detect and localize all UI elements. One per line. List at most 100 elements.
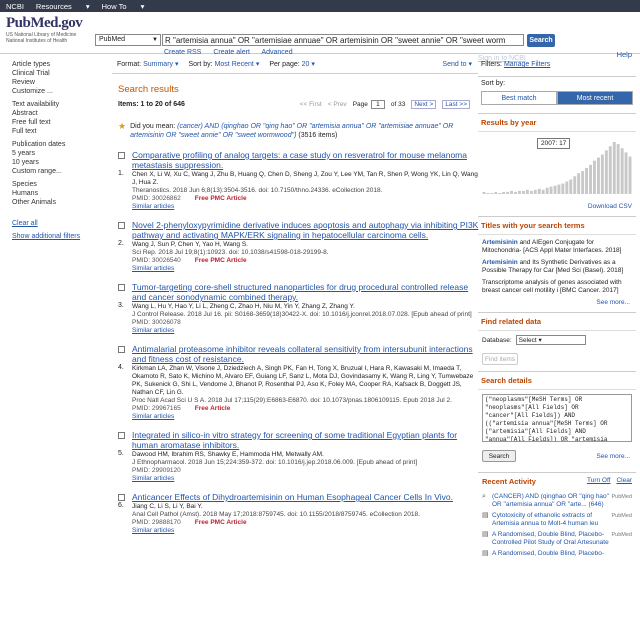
filter-5-years[interactable]: 5 years [12,150,110,157]
result-title-link[interactable]: Tumor-targeting core-shell structured na… [132,282,480,302]
recent-item[interactable]: ▤ A Randomised, Double Blind, Placebo-Con… [482,531,632,547]
free-article-link[interactable]: Free Article [195,405,231,412]
best-match-tab[interactable]: Best match [481,91,557,105]
similar-articles-link[interactable]: Similar articles [132,527,478,535]
recent-item[interactable]: ▤ A Randomised, Double Blind, Placebo- [482,550,632,558]
find-items-button[interactable]: Find items [482,353,518,365]
year-bar[interactable] [490,193,494,194]
year-bar[interactable] [581,171,585,194]
per-page-control[interactable]: Per page: 20 ▾ [269,60,315,68]
ncbi-logo[interactable]: NCBI [6,2,24,11]
result-checkbox[interactable] [118,346,125,353]
filter-free-full-text[interactable]: Free full text [12,119,110,126]
filter-full-text[interactable]: Full text [12,128,110,135]
filter-clinical-trial[interactable]: Clinical Trial [12,70,110,77]
year-bar[interactable] [518,190,521,194]
last-page-button[interactable]: Last >> [442,99,470,109]
show-additional-filters-link[interactable]: Show additional filters [12,233,110,240]
most-recent-tab[interactable]: Most recent [557,91,633,105]
year-bar[interactable] [553,185,557,194]
filter-humans[interactable]: Humans [12,190,110,197]
result-checkbox[interactable] [118,432,125,439]
clear-all-link[interactable]: Clear all [12,220,110,227]
similar-articles-link[interactable]: Similar articles [132,475,478,483]
filter-review[interactable]: Review [12,79,110,86]
database-dropdown[interactable]: Select ▾ [515,335,586,345]
year-bar[interactable] [600,154,604,195]
result-title-link[interactable]: Integrated in silico-in vitro strategy f… [132,430,480,450]
result-checkbox[interactable] [118,494,125,501]
related-title-link[interactable]: Artemisinin and AIEgen Conjugate for Mit… [482,239,632,255]
similar-articles-link[interactable]: Similar articles [132,203,478,211]
year-bar[interactable] [628,156,632,194]
filter-customize-article[interactable]: Customize ... [12,88,110,95]
year-bar[interactable] [533,189,537,194]
free-pmc-article-link[interactable]: Free PMC Article [195,195,247,202]
see-more-link[interactable]: See more... [478,295,636,306]
year-bar[interactable] [597,157,600,194]
year-bar[interactable] [593,160,596,194]
year-bar[interactable] [498,193,502,194]
next-page-button[interactable]: Next > [411,99,437,109]
filter-other-animals[interactable]: Other Animals [12,199,110,206]
free-pmc-article-link[interactable]: Free PMC Article [195,519,247,526]
similar-articles-link[interactable]: Similar articles [132,413,478,421]
filter-custom-range[interactable]: Custom range... [12,168,110,175]
clear-link[interactable]: Clear [616,477,632,484]
search-input[interactable]: R "artemisia annua" OR "artemisiae annua… [162,34,524,46]
result-checkbox[interactable] [118,284,125,291]
year-bar[interactable] [585,168,588,194]
year-bar[interactable] [514,191,517,194]
year-bar[interactable] [541,189,545,194]
result-title-link[interactable]: Novel 2-phenyloxypyrimidine derivative i… [132,220,480,240]
year-bar[interactable] [557,184,561,194]
see-more-link[interactable]: See more... [596,453,636,460]
result-title-link[interactable]: Antimalarial proteasome inhibitor reveal… [132,344,480,364]
year-bar[interactable] [494,191,498,194]
filter-abstract[interactable]: Abstract [12,110,110,117]
year-bar[interactable] [506,191,510,194]
year-bar[interactable] [573,176,577,194]
related-title-link[interactable]: Transcriptome analysis of genes associat… [482,279,632,295]
search-details-textarea[interactable]: ("neoplasms"[MeSH Terms] OR "neoplasms"[… [482,394,632,442]
related-title-link[interactable]: Artemisinin and Its Synthetic Derivative… [482,259,632,275]
year-bar[interactable] [565,181,569,195]
format-control[interactable]: Format: Summary ▾ [117,60,179,68]
year-bar[interactable] [608,146,612,194]
year-bar[interactable] [616,144,620,194]
year-bar[interactable] [537,188,541,194]
recent-item[interactable]: ⌕ (CANCER) AND (qinghao OR "qing hao" OR … [482,493,632,509]
year-bar[interactable] [620,148,624,194]
send-to-menu[interactable]: Send to ▾ [442,60,472,68]
download-csv-link[interactable]: Download CSV [588,203,632,210]
year-bar[interactable] [561,183,565,194]
prev-page-button[interactable]: < Prev [328,101,347,108]
database-select[interactable]: PubMed ▼ [95,34,161,46]
result-checkbox[interactable] [118,152,125,159]
did-you-mean-link[interactable]: (cancer) AND (qinghao OR "qing hao" OR "… [130,123,453,139]
year-bar[interactable] [502,191,506,194]
year-bar[interactable] [569,179,573,194]
year-bar[interactable] [529,190,533,194]
free-pmc-article-link[interactable]: Free PMC Article [195,257,247,264]
turn-off-link[interactable]: Turn Off [587,477,610,484]
year-bar[interactable] [624,152,628,194]
recent-item[interactable]: ▤ Cytotoxicity of ethanolic extracts of A… [482,512,632,528]
year-bar[interactable] [612,142,616,194]
pubmed-logo[interactable]: PubMed.gov US National Library of Medici… [6,15,90,44]
result-title-link[interactable]: Comparative profiling of analog targets:… [132,150,480,170]
year-bar[interactable] [510,190,513,194]
filter-10-years[interactable]: 10 years [12,159,110,166]
resources-menu[interactable]: Resources ▾ [36,2,90,11]
year-bar[interactable] [486,193,490,194]
year-bar[interactable] [482,191,486,194]
first-page-button[interactable]: << First [300,101,322,108]
search-button[interactable]: Search [527,34,555,47]
result-checkbox[interactable] [118,222,125,229]
year-bar[interactable] [549,186,553,194]
year-bar[interactable] [589,164,592,194]
result-title-link[interactable]: Anticancer Effects of Dihydroartemisinin… [132,492,480,502]
howto-menu[interactable]: How To ▾ [102,2,145,11]
year-bar[interactable] [522,190,525,194]
similar-articles-link[interactable]: Similar articles [132,327,478,335]
